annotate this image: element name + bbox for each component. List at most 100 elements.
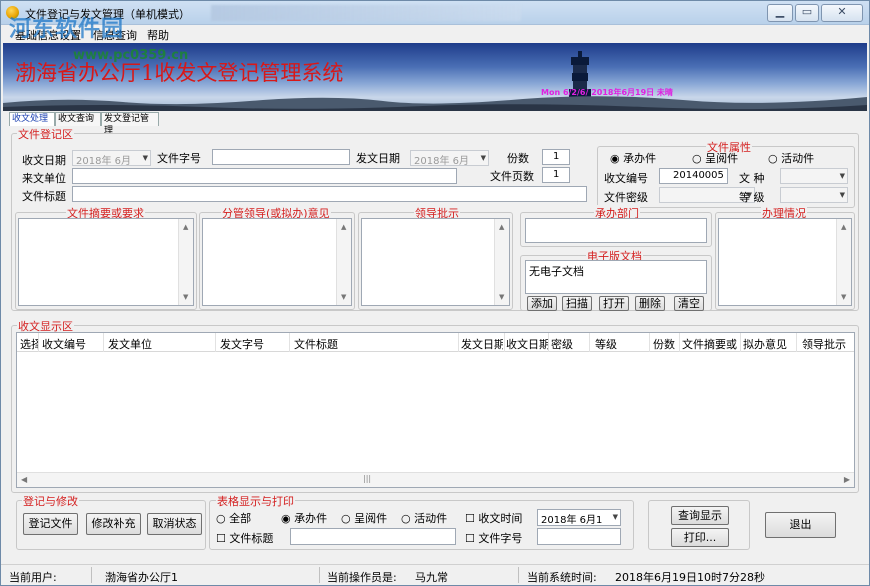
title-bar: 文件登记与发文管理（单机模式） ▁ ▭ ✕ bbox=[1, 1, 869, 25]
radio-all[interactable]: ○ 全部 bbox=[216, 510, 251, 526]
recv-no-input[interactable]: 20140005 bbox=[659, 168, 728, 184]
horizontal-scrollbar[interactable]: ◀ ||| ▶ bbox=[17, 472, 854, 487]
col-sep bbox=[289, 333, 290, 352]
modify-button[interactable]: 修改补充 bbox=[86, 513, 141, 535]
send-date-picker[interactable]: 2018年 6月 ▼ bbox=[410, 150, 489, 167]
tab-send-manage[interactable]: 发文登记管理 bbox=[101, 112, 159, 136]
doc-title-input[interactable] bbox=[72, 186, 587, 202]
scroll-down-icon: ▼ bbox=[183, 293, 189, 301]
scrollbar[interactable]: ▲ ▼ bbox=[836, 219, 851, 305]
secret-label: 文件密级 bbox=[604, 191, 648, 204]
status-time: 2018年6月19日10时7分28秒 bbox=[615, 571, 765, 584]
status-user-label: 当前用户: bbox=[9, 571, 57, 584]
scroll-up-icon: ▲ bbox=[499, 223, 505, 231]
print-button[interactable]: 打印... bbox=[671, 528, 729, 547]
col-recv-date[interactable]: 收文日期 bbox=[506, 336, 548, 352]
summary-textarea[interactable]: ▲ ▼ bbox=[18, 218, 194, 306]
filter-title-input[interactable] bbox=[290, 528, 456, 545]
print-legend: 表格显示与打印 bbox=[216, 493, 295, 509]
kind-select[interactable]: ▼ bbox=[780, 168, 848, 184]
status-sep bbox=[91, 567, 92, 583]
col-doc-title[interactable]: 文件标题 bbox=[294, 336, 338, 352]
maximize-button[interactable]: ▭ bbox=[795, 4, 819, 22]
col-instruct[interactable]: 领导批示 bbox=[802, 336, 846, 352]
col-recv-no[interactable]: 收文编号 bbox=[42, 336, 86, 352]
col-copies[interactable]: 份数 bbox=[653, 336, 675, 352]
scroll-grip-icon: ||| bbox=[363, 474, 372, 483]
col-sep bbox=[548, 333, 549, 352]
scroll-down-icon: ▼ bbox=[499, 293, 505, 301]
recv-time-picker[interactable]: 2018年 6月1 ▼ bbox=[537, 509, 621, 526]
scroll-up-icon: ▲ bbox=[841, 223, 847, 231]
tab-receive[interactable]: 收文处理 bbox=[9, 112, 55, 126]
filter-no-input[interactable] bbox=[537, 528, 621, 545]
col-summary[interactable]: 文件摘要或 bbox=[682, 336, 740, 352]
edoc-open-button[interactable]: 打开 bbox=[599, 296, 629, 311]
recv-date-label: 收文日期 bbox=[22, 154, 66, 167]
col-sep bbox=[679, 333, 680, 352]
menu-bar: 基础信息设置 信息查询 帮助 bbox=[1, 25, 869, 43]
radio-activity[interactable]: ○ 活动件 bbox=[768, 150, 814, 166]
minimize-button[interactable]: ▁ bbox=[767, 4, 793, 22]
copies-input[interactable]: 1 bbox=[542, 149, 570, 165]
scrollbar[interactable]: ▲ ▼ bbox=[494, 219, 509, 305]
radio-print-review[interactable]: ○ 呈阅件 bbox=[341, 510, 387, 526]
chevron-down-icon: ▼ bbox=[839, 172, 845, 180]
scroll-up-icon: ▲ bbox=[183, 223, 189, 231]
edoc-list[interactable]: 无电子文档 bbox=[525, 260, 707, 294]
from-unit-input[interactable] bbox=[72, 168, 457, 184]
watermark-url: www.pc0359.cn bbox=[73, 48, 189, 63]
dept-input[interactable] bbox=[525, 218, 707, 243]
col-doc-no[interactable]: 发文字号 bbox=[220, 336, 264, 352]
status-operator: 马九常 bbox=[415, 571, 448, 584]
edoc-delete-button[interactable]: 删除 bbox=[635, 296, 665, 311]
recv-time-checkbox[interactable]: ☐ 收文时间 bbox=[465, 510, 522, 526]
col-sep bbox=[458, 333, 459, 352]
radio-print-handle[interactable]: ◉ 承办件 bbox=[281, 510, 327, 526]
opinion-textarea[interactable]: ▲ ▼ bbox=[202, 218, 352, 306]
hills-graphic bbox=[3, 96, 867, 111]
status-time-label: 当前系统时间: bbox=[527, 571, 597, 584]
scrollbar[interactable]: ▲ ▼ bbox=[178, 219, 193, 305]
col-sep bbox=[504, 333, 505, 352]
col-select[interactable]: 选择 bbox=[20, 336, 38, 352]
tab-strip: 收文处理 收文查询 发文登记管理 bbox=[1, 112, 869, 136]
tab-receive-query[interactable]: 收文查询 bbox=[55, 112, 101, 126]
exit-button[interactable]: 退出 bbox=[765, 512, 836, 538]
col-send-unit[interactable]: 发文单位 bbox=[108, 336, 152, 352]
doc-no-checkbox[interactable]: ☐ 文件字号 bbox=[465, 530, 522, 546]
col-sep bbox=[649, 333, 650, 352]
level-select[interactable]: ▼ bbox=[780, 187, 848, 203]
col-opinion[interactable]: 拟办意见 bbox=[743, 336, 787, 352]
cancel-state-button[interactable]: 取消状态 bbox=[147, 513, 202, 535]
query-button[interactable]: 查询显示 bbox=[671, 506, 729, 525]
chevron-down-icon: ▼ bbox=[612, 513, 618, 521]
col-secret[interactable]: 密级 bbox=[551, 336, 573, 352]
col-sep bbox=[215, 333, 216, 352]
col-sep bbox=[796, 333, 797, 352]
col-send-date[interactable]: 发文日期 bbox=[461, 336, 503, 352]
status-sep bbox=[518, 567, 519, 583]
edoc-clear-button[interactable]: 清空 bbox=[674, 296, 704, 311]
doc-title-checkbox[interactable]: ☐ 文件标题 bbox=[216, 530, 273, 546]
menu-help[interactable]: 帮助 bbox=[147, 27, 169, 43]
instruct-textarea[interactable]: ▲ ▼ bbox=[361, 218, 510, 306]
scrollbar[interactable]: ▲ ▼ bbox=[336, 219, 351, 305]
records-table[interactable]: 选择 收文编号 发文单位 发文字号 文件标题 发文日期 收文日期 密级 等级 份… bbox=[16, 332, 855, 488]
doc-no-input[interactable] bbox=[212, 149, 350, 165]
edoc-add-button[interactable]: 添加 bbox=[527, 296, 557, 311]
minimize-icon: ▁ bbox=[775, 5, 785, 18]
radio-review[interactable]: ○ 呈阅件 bbox=[692, 150, 738, 166]
chevron-down-icon: ▼ bbox=[839, 191, 845, 199]
edoc-scan-button[interactable]: 扫描 bbox=[562, 296, 592, 311]
radio-handle[interactable]: ◉ 承办件 bbox=[610, 150, 656, 166]
pages-input[interactable]: 1 bbox=[542, 167, 570, 183]
register-button[interactable]: 登记文件 bbox=[23, 513, 78, 535]
doc-title-label: 文件标题 bbox=[22, 190, 66, 203]
handling-textarea[interactable]: ▲ ▼ bbox=[718, 218, 852, 306]
col-level[interactable]: 等级 bbox=[595, 336, 617, 352]
radio-print-activity[interactable]: ○ 活动件 bbox=[401, 510, 447, 526]
recv-date-picker[interactable]: 2018年 6月 ▼ bbox=[72, 150, 151, 167]
close-button[interactable]: ✕ bbox=[821, 4, 863, 22]
watermark-logo: 河东软件园 bbox=[9, 17, 125, 42]
